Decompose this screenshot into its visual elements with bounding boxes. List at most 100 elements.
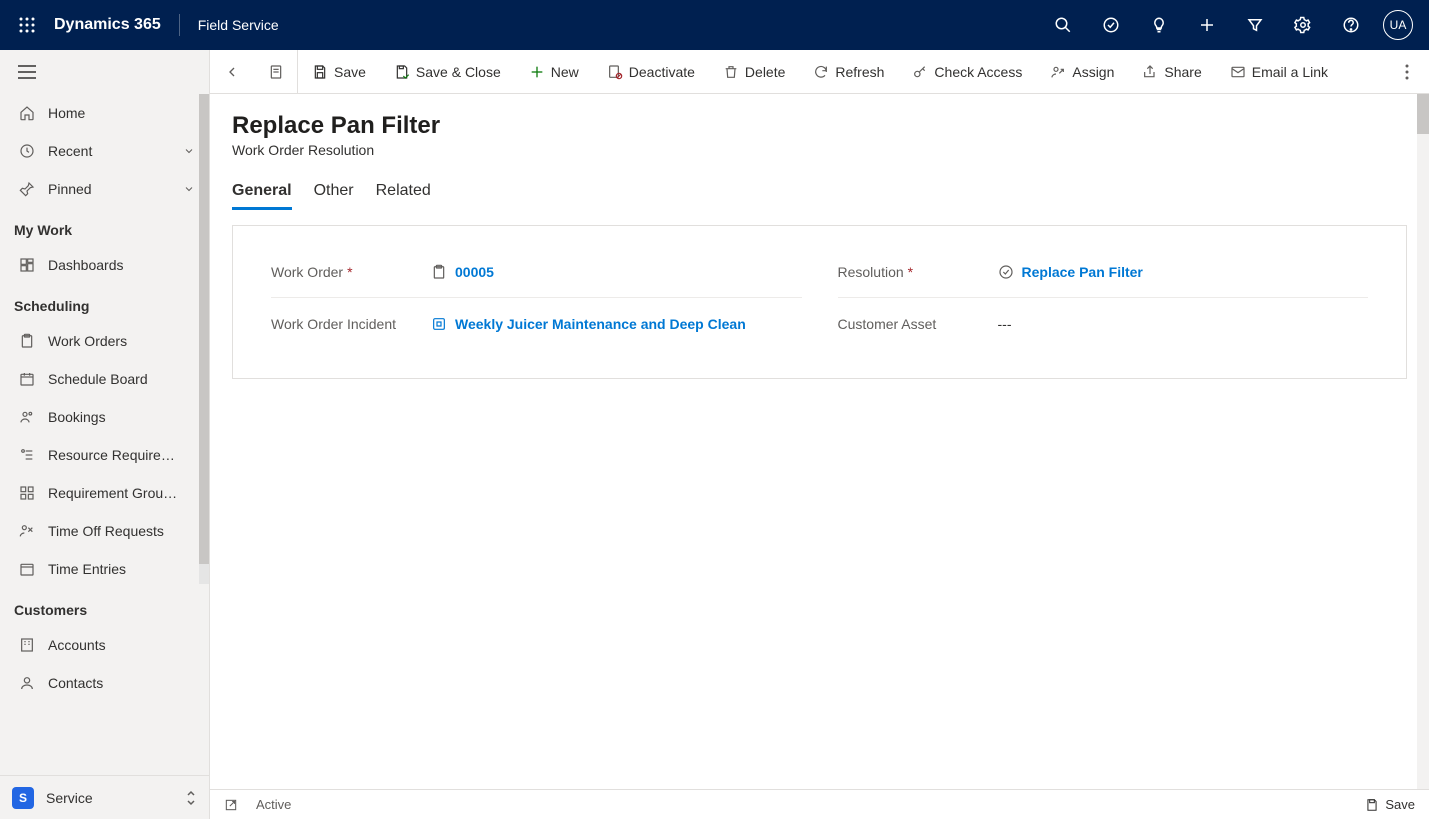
button-label: Save	[334, 64, 366, 80]
app-launcher-icon[interactable]	[12, 17, 42, 33]
clock-icon	[18, 142, 36, 160]
delete-button[interactable]: Delete	[709, 50, 799, 94]
sidebar-item-accounts[interactable]: Accounts	[0, 626, 209, 664]
form-card: Work Order* 00005 Work Order Incident We…	[232, 225, 1407, 379]
button-label: New	[551, 64, 579, 80]
plus-icon	[529, 64, 545, 80]
brand-title[interactable]: Dynamics 365	[54, 16, 161, 34]
button-label: Refresh	[835, 64, 884, 80]
sidebar-item-dashboards[interactable]: Dashboards	[0, 246, 209, 284]
button-label: Save & Close	[416, 64, 501, 80]
new-button[interactable]: New	[515, 50, 593, 94]
field-value: ---	[998, 316, 1012, 332]
user-avatar[interactable]: UA	[1383, 10, 1413, 40]
refresh-button[interactable]: Refresh	[799, 50, 898, 94]
grid-icon	[18, 484, 36, 502]
tab-list: General Other Related	[232, 176, 1407, 211]
save-close-icon	[394, 64, 410, 80]
back-button[interactable]	[210, 50, 254, 94]
deactivate-icon	[607, 64, 623, 80]
sidebar-item-label: Dashboards	[48, 257, 195, 273]
open-record-set-button[interactable]	[254, 50, 298, 94]
area-badge: S	[12, 787, 34, 809]
key-icon	[912, 64, 928, 80]
pin-icon	[18, 180, 36, 198]
sidebar-item-workorders[interactable]: Work Orders	[0, 322, 209, 360]
field-work-order[interactable]: Work Order* 00005	[271, 246, 802, 298]
save-icon	[1365, 798, 1379, 812]
share-button[interactable]: Share	[1128, 50, 1215, 94]
sidebar: Home Recent Pinned My Work Dashboards Sc…	[0, 50, 210, 819]
tab-other[interactable]: Other	[314, 176, 354, 210]
lookup-value[interactable]: Replace Pan Filter	[1022, 264, 1143, 280]
assign-icon	[1050, 64, 1066, 80]
sidebar-toggle-icon[interactable]	[0, 50, 209, 94]
list-icon	[18, 446, 36, 464]
status-text: Active	[256, 797, 291, 812]
lightbulb-icon[interactable]	[1135, 0, 1183, 50]
assign-button[interactable]: Assign	[1036, 50, 1128, 94]
required-indicator: *	[347, 264, 352, 280]
task-icon[interactable]	[1087, 0, 1135, 50]
button-label: Delete	[745, 64, 785, 80]
sidebar-item-reqgroups[interactable]: Requirement Grou…	[0, 474, 209, 512]
field-work-order-incident[interactable]: Work Order Incident Weekly Juicer Mainte…	[271, 298, 802, 350]
deactivate-button[interactable]: Deactivate	[593, 50, 709, 94]
settings-icon[interactable]	[1279, 0, 1327, 50]
tab-related[interactable]: Related	[376, 176, 431, 210]
more-commands-button[interactable]	[1385, 50, 1429, 94]
sidebar-group-mywork: My Work	[0, 208, 209, 246]
search-icon[interactable]	[1039, 0, 1087, 50]
command-bar: Save Save & Close New Deactivate Delete …	[210, 50, 1429, 94]
area-switcher[interactable]: S Service	[0, 775, 209, 819]
mail-icon	[1230, 64, 1246, 80]
email-link-button[interactable]: Email a Link	[1216, 50, 1342, 94]
lookup-value[interactable]: 00005	[455, 264, 494, 280]
sidebar-item-home[interactable]: Home	[0, 94, 209, 132]
button-label: Email a Link	[1252, 64, 1328, 80]
check-circle-icon	[998, 264, 1014, 280]
sidebar-scrollbar[interactable]	[199, 94, 209, 584]
help-icon[interactable]	[1327, 0, 1375, 50]
save-close-button[interactable]: Save & Close	[380, 50, 515, 94]
field-label: Customer Asset	[838, 316, 937, 332]
sidebar-item-pinned[interactable]: Pinned	[0, 170, 209, 208]
sidebar-item-bookings[interactable]: Bookings	[0, 398, 209, 436]
sidebar-item-label: Requirement Grou…	[48, 485, 195, 501]
required-indicator: *	[908, 264, 913, 280]
popout-icon[interactable]	[224, 798, 238, 812]
page-subtitle: Work Order Resolution	[232, 142, 1407, 158]
check-access-button[interactable]: Check Access	[898, 50, 1036, 94]
calendar-icon	[18, 560, 36, 578]
building-icon	[18, 636, 36, 654]
add-icon[interactable]	[1183, 0, 1231, 50]
tab-general[interactable]: General	[232, 176, 292, 210]
chevron-down-icon	[183, 183, 195, 195]
sidebar-item-resourcereq[interactable]: Resource Require…	[0, 436, 209, 474]
save-button[interactable]: Save	[298, 50, 380, 94]
field-customer-asset[interactable]: Customer Asset ---	[838, 298, 1369, 350]
filter-icon[interactable]	[1231, 0, 1279, 50]
people-icon	[18, 408, 36, 426]
dashboard-icon	[18, 256, 36, 274]
sidebar-item-label: Resource Require…	[48, 447, 195, 463]
sidebar-item-contacts[interactable]: Contacts	[0, 664, 209, 702]
sidebar-item-scheduleboard[interactable]: Schedule Board	[0, 360, 209, 398]
app-name[interactable]: Field Service	[198, 17, 279, 33]
footer-save-button[interactable]: Save	[1365, 797, 1415, 812]
person-icon	[18, 674, 36, 692]
field-resolution[interactable]: Resolution* Replace Pan Filter	[838, 246, 1369, 298]
sidebar-item-recent[interactable]: Recent	[0, 132, 209, 170]
status-bar: Active Save	[210, 789, 1429, 819]
lookup-value[interactable]: Weekly Juicer Maintenance and Deep Clean	[455, 316, 746, 332]
save-icon	[312, 64, 328, 80]
updown-icon	[185, 790, 197, 806]
sidebar-item-label: Work Orders	[48, 333, 195, 349]
share-icon	[1142, 64, 1158, 80]
content-scrollbar[interactable]	[1417, 94, 1429, 789]
sidebar-item-label: Recent	[48, 143, 183, 159]
sidebar-item-timeentries[interactable]: Time Entries	[0, 550, 209, 588]
calendar-icon	[18, 370, 36, 388]
home-icon	[18, 104, 36, 122]
sidebar-item-timeoff[interactable]: Time Off Requests	[0, 512, 209, 550]
